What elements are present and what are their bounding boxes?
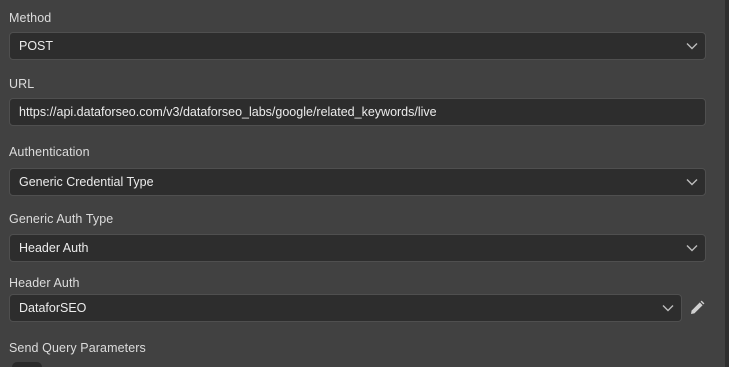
- chevron-down-icon[interactable]: [679, 33, 705, 59]
- generic-auth-type-select[interactable]: Header Auth: [9, 234, 706, 262]
- url-value: https://api.dataforseo.com/v3/dataforseo…: [19, 105, 437, 119]
- send-query-parameters-label: Send Query Parameters: [9, 341, 146, 355]
- header-auth-select[interactable]: DataforSEO: [9, 294, 682, 322]
- url-input[interactable]: https://api.dataforseo.com/v3/dataforseo…: [9, 98, 706, 126]
- method-select[interactable]: POST: [9, 32, 706, 60]
- generic-auth-type-label: Generic Auth Type: [9, 212, 114, 226]
- authentication-value: Generic Credential Type: [19, 175, 154, 189]
- method-value: POST: [19, 39, 54, 53]
- method-label: Method: [9, 11, 52, 25]
- send-query-parameters-toggle[interactable]: [12, 362, 42, 367]
- header-auth-label: Header Auth: [9, 276, 80, 290]
- header-auth-value: DataforSEO: [19, 301, 87, 315]
- chevron-down-icon[interactable]: [679, 169, 705, 195]
- scrollbar-thumb[interactable]: [725, 0, 729, 367]
- authentication-label: Authentication: [9, 145, 90, 159]
- scrollbar[interactable]: [725, 0, 729, 367]
- authentication-select[interactable]: Generic Credential Type: [9, 168, 706, 196]
- generic-auth-type-value: Header Auth: [19, 241, 89, 255]
- url-label: URL: [9, 77, 35, 91]
- pencil-icon[interactable]: [688, 299, 706, 317]
- node-parameters-panel: Method POST URL https://api.dataforseo.c…: [0, 0, 729, 367]
- chevron-down-icon[interactable]: [655, 295, 681, 321]
- chevron-down-icon[interactable]: [679, 235, 705, 261]
